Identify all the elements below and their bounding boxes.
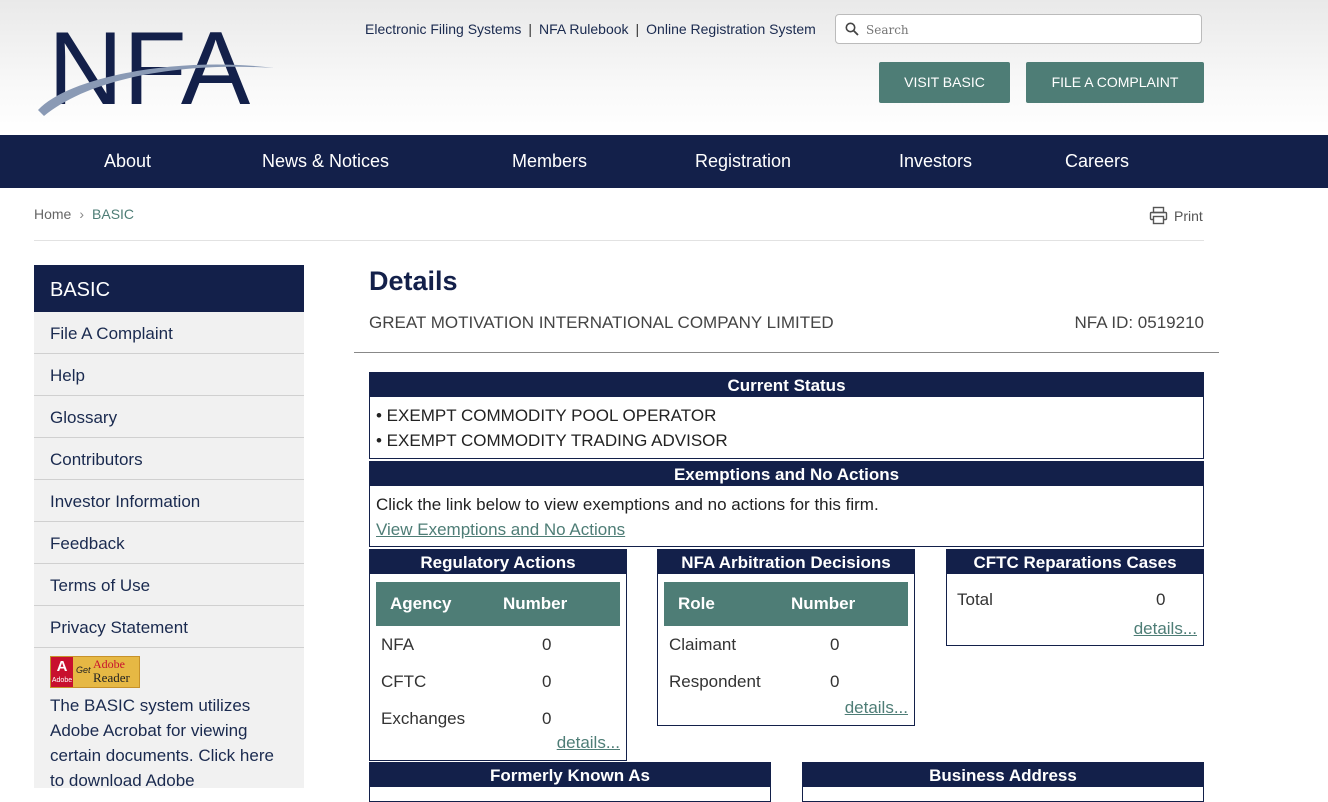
exemptions-panel: Exemptions and No Actions Click the link… [369, 461, 1204, 547]
utility-links: Electronic Filing Systems | NFA Rulebook | O… [365, 21, 816, 37]
panel-title: Exemptions and No Actions [370, 462, 1203, 486]
regulatory-actions-table: Agency Number NFA 0 CFTC 0 Exchanges 0 [376, 582, 620, 737]
adobe-reader-notice: A Adobe Get Adobe Reader The BASIC system… [34, 648, 304, 790]
status-item: • EXEMPT COMMODITY TRADING ADVISOR [376, 431, 728, 450]
search-input[interactable] [864, 19, 1198, 41]
separator: | [528, 21, 533, 37]
status-item: • EXEMPT COMMODITY POOL OPERATOR [376, 406, 717, 425]
sidebar-item-glossary[interactable]: Glossary [34, 396, 304, 438]
table-row: Exchanges 0 [381, 708, 552, 728]
business-address-panel: Business Address [802, 762, 1204, 802]
arbitration-panel: NFA Arbitration Decisions Role Number Cl… [657, 549, 915, 726]
divider [34, 240, 1204, 241]
link-electronic-filing[interactable]: Electronic Filing Systems [365, 21, 521, 37]
regulatory-details-link[interactable]: details... [557, 733, 620, 753]
main-nav: About News & Notices Members Registratio… [0, 135, 1328, 188]
link-nfa-rulebook[interactable]: NFA Rulebook [539, 21, 629, 37]
link-online-registration[interactable]: Online Registration System [646, 21, 816, 37]
breadcrumb-current: BASIC [92, 206, 135, 222]
separator: | [635, 21, 640, 37]
get-adobe-reader-badge[interactable]: A Adobe Get Adobe Reader [50, 656, 140, 688]
table-row: Respondent 0 [669, 671, 840, 691]
panel-title: Business Address [803, 763, 1203, 787]
cftc-details-link[interactable]: details... [1134, 619, 1197, 639]
column-header: Number [790, 582, 908, 626]
file-complaint-button[interactable]: FILE A COMPLAINT [1026, 62, 1204, 103]
nav-registration[interactable]: Registration [695, 151, 791, 172]
panel-title: Formerly Known As [370, 763, 770, 787]
nav-careers[interactable]: Careers [1065, 151, 1129, 172]
arbitration-details-link[interactable]: details... [845, 698, 908, 718]
nfa-id: NFA ID: 0519210 [1074, 313, 1204, 332]
breadcrumb-home[interactable]: Home [34, 206, 71, 222]
panel-title: NFA Arbitration Decisions [658, 550, 914, 574]
visit-basic-button[interactable]: VISIT BASIC [879, 62, 1010, 103]
sidebar-item-file-complaint[interactable]: File A Complaint [34, 312, 304, 354]
nfa-logo[interactable]: NFA [30, 18, 280, 128]
current-status-panel: Current Status • EXEMPT COMMODITY POOL O… [369, 372, 1204, 459]
nav-about[interactable]: About [104, 151, 151, 172]
table-row: NFA 0 [381, 634, 552, 654]
table-row: Total 0 [957, 590, 1193, 610]
firm-name: GREAT MOTIVATION INTERNATIONAL COMPANY L… [369, 313, 834, 332]
arbitration-table: Role Number Claimant 0 Respondent 0 [664, 582, 908, 700]
sidebar-menu: File A Complaint Help Glossary Contribut… [34, 312, 304, 648]
search-box [835, 14, 1202, 44]
print-label: Print [1174, 207, 1203, 224]
panel-title: Regulatory Actions [370, 550, 626, 574]
sidebar-item-help[interactable]: Help [34, 354, 304, 396]
sidebar-item-contributors[interactable]: Contributors [34, 438, 304, 480]
chevron-right-icon: › [79, 206, 85, 222]
nav-investors[interactable]: Investors [899, 151, 972, 172]
sidebar-item-privacy-statement[interactable]: Privacy Statement [34, 606, 304, 648]
sidebar-item-feedback[interactable]: Feedback [34, 522, 304, 564]
panel-title: CFTC Reparations Cases [947, 550, 1203, 574]
panel-title: Current Status [370, 373, 1203, 397]
divider [354, 352, 1219, 353]
view-exemptions-link[interactable]: View Exemptions and No Actions [376, 520, 625, 539]
adobe-reader-text: The BASIC system utilizes Adobe Acrobat … [50, 696, 274, 790]
column-header: Role [664, 582, 790, 626]
adobe-logo-icon: A Adobe [51, 657, 73, 687]
print-button[interactable]: Print [1149, 206, 1203, 225]
cftc-reparations-panel: CFTC Reparations Cases Total 0 details..… [946, 549, 1204, 646]
printer-icon [1149, 206, 1168, 225]
search-icon[interactable] [845, 22, 859, 36]
breadcrumb: Home › BASIC [34, 206, 134, 222]
column-header: Agency [376, 582, 502, 626]
formerly-known-as-panel: Formerly Known As [369, 762, 771, 802]
column-header: Number [502, 582, 620, 626]
regulatory-actions-panel: Regulatory Actions Agency Number NFA 0 C… [369, 549, 627, 761]
nav-news-notices[interactable]: News & Notices [262, 151, 389, 172]
sidebar-item-terms-of-use[interactable]: Terms of Use [34, 564, 304, 606]
cftc-total-label: Total [957, 590, 993, 609]
table-row: CFTC 0 [381, 671, 552, 691]
nav-members[interactable]: Members [512, 151, 587, 172]
sidebar-title: BASIC [34, 265, 304, 312]
exemptions-text: Click the link below to view exemptions … [376, 495, 879, 514]
page-title: Details [369, 266, 458, 296]
table-row: Claimant 0 [669, 634, 840, 654]
sidebar-item-investor-information[interactable]: Investor Information [34, 480, 304, 522]
cftc-total-value: 0 [1156, 590, 1166, 609]
site-header: NFA Electronic Filing Systems | NFA Rulebo… [0, 0, 1328, 135]
